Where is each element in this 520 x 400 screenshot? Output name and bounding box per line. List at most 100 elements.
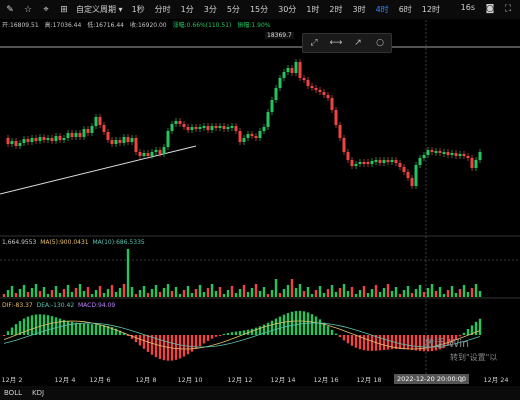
candle-body [178, 121, 182, 124]
candle-body [22, 139, 26, 143]
volume-bar [314, 290, 318, 297]
volume-bar [142, 286, 146, 297]
macd-bar [134, 335, 138, 343]
volume-bar [402, 290, 406, 297]
volume-bar [18, 289, 22, 297]
candle-body [6, 138, 10, 144]
macd-bar [410, 335, 414, 350]
candle-body [222, 126, 226, 129]
cursor-date-text: 2022-12-20 20:00:00 [397, 375, 467, 383]
candle-body [402, 167, 406, 172]
volume-bar [346, 291, 350, 297]
candle-body [446, 152, 450, 155]
candle-body [470, 158, 474, 168]
volume-bar [358, 290, 362, 297]
volume-bar [78, 284, 82, 297]
macd-bar [362, 335, 366, 351]
macd-bar [230, 332, 234, 335]
volume-bar [2, 294, 6, 297]
volume-bar [334, 292, 338, 297]
candle-body [70, 133, 74, 137]
candle-body [190, 127, 194, 130]
volume-bar [386, 284, 390, 297]
macd-bar [330, 329, 334, 335]
candle-body [330, 98, 334, 110]
volume-bar [234, 293, 238, 297]
candle-body [150, 152, 154, 156]
volume-bar [46, 294, 50, 297]
macd-bar [210, 335, 214, 339]
ray-tool-icon[interactable]: ↗ [349, 38, 367, 48]
macd-bar [2, 335, 6, 336]
volume-bar [414, 289, 418, 297]
candlestick-chart[interactable] [0, 0, 520, 386]
volume-bar [214, 291, 218, 297]
volume-bar [270, 290, 274, 297]
macd-bar [30, 315, 34, 335]
candle-body [78, 133, 82, 137]
volume-bar [150, 289, 154, 297]
volume-bar [326, 289, 330, 297]
candle-body [322, 92, 326, 95]
volume-bar [222, 294, 226, 297]
volume-bar [310, 294, 314, 297]
candle-body [314, 88, 318, 90]
candle-body [258, 131, 262, 138]
cursor-date-label: 2022-12-20 20:00:00 [394, 374, 470, 384]
macd-bar [254, 327, 258, 335]
candle-body [10, 141, 14, 144]
volume-bar [382, 288, 386, 297]
candle-body [426, 150, 430, 155]
volume-bar [366, 293, 370, 297]
volume-bar [26, 292, 30, 297]
date-tick-label: 12月 12 [227, 376, 253, 384]
volume-bar [430, 284, 434, 297]
volume-bar [478, 291, 482, 297]
tab-kdj[interactable]: KDJ [32, 389, 44, 397]
macd-bar [474, 321, 478, 335]
candle-body [114, 140, 118, 144]
candle-body [242, 138, 246, 142]
volume-bar [446, 290, 450, 297]
trendline-tool-icon[interactable]: ⤢ [305, 38, 323, 48]
date-tick-label: 12月 2 [1, 376, 23, 384]
macd-bar [326, 326, 330, 335]
volume-bar [226, 290, 230, 297]
macd-bar [306, 312, 310, 335]
macd-bar [294, 311, 298, 335]
macd-bar [214, 335, 218, 337]
hline-tool-icon[interactable]: ⟷ [327, 38, 345, 48]
volume-bar [166, 284, 170, 297]
macd-bar [366, 335, 370, 351]
volume-bar [6, 290, 10, 297]
volume-bar [458, 289, 462, 297]
activate-windows-hint: 转到"设置"以 [450, 353, 498, 362]
volume-bar [246, 292, 250, 297]
candle-body [34, 138, 38, 141]
volume-bar [322, 293, 326, 297]
macd-bar [46, 315, 50, 335]
candle-body [122, 137, 126, 143]
macd-value: MACD:94.09 [78, 302, 116, 309]
candle-body [298, 62, 302, 78]
macd-bar [74, 322, 78, 335]
volume-bar [126, 249, 130, 297]
circle-tool-icon[interactable]: ○ [371, 38, 389, 48]
volume-bar [442, 294, 446, 297]
tab-boll[interactable]: BOLL [4, 389, 22, 397]
candle-body [194, 127, 198, 129]
volume-bar [74, 288, 78, 297]
candle-body [366, 162, 370, 164]
volume-bar [330, 285, 334, 297]
macd-bar [178, 335, 182, 359]
date-tick-label: 12月 16 [313, 376, 339, 384]
candle-body [246, 134, 250, 138]
macd-bar [274, 318, 278, 335]
volume-bar [474, 284, 478, 297]
candle-body [274, 88, 278, 100]
candle-body [118, 140, 122, 143]
macd-bar [346, 335, 350, 344]
macd-bar [290, 311, 294, 335]
volume-bar [342, 284, 346, 297]
volume-bar [50, 290, 54, 297]
